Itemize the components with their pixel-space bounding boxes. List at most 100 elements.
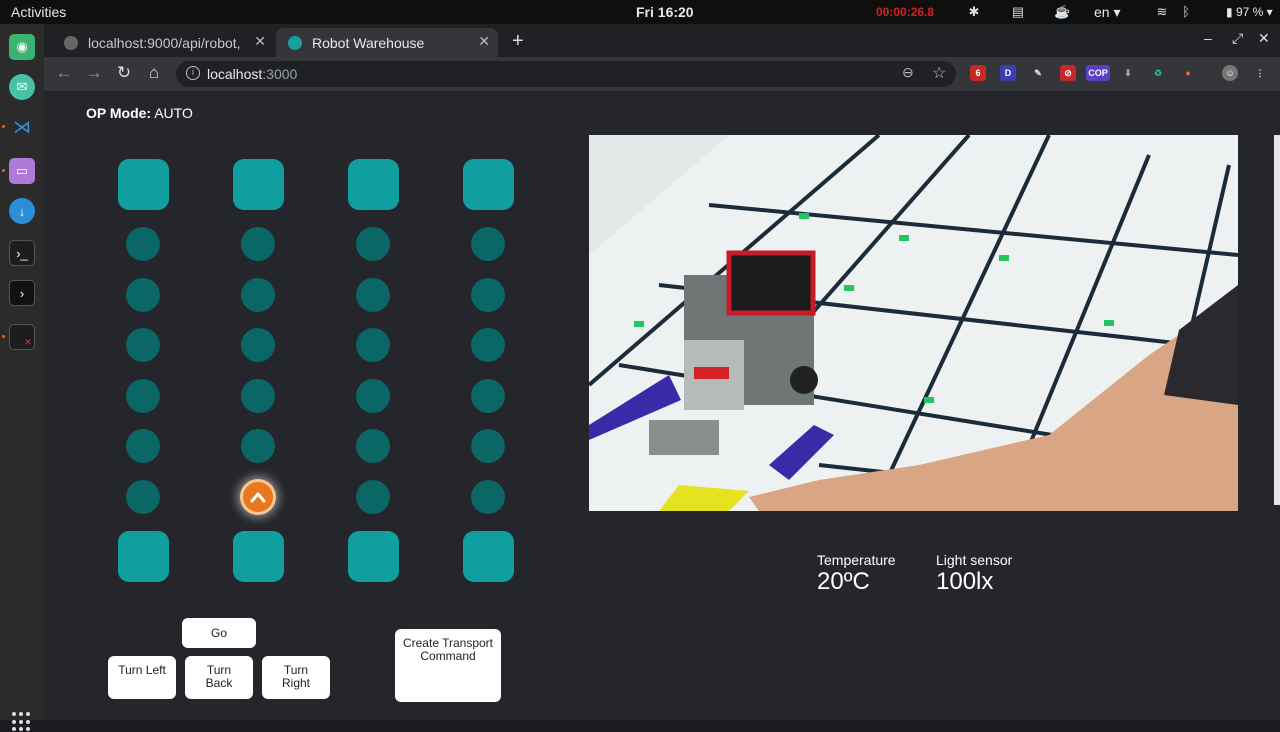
cop-extension-icon[interactable]: COP bbox=[1086, 65, 1110, 81]
grid-node[interactable] bbox=[356, 328, 390, 363]
back-icon[interactable]: ← bbox=[54, 63, 74, 83]
running-indicator bbox=[2, 125, 5, 128]
grid-node[interactable] bbox=[126, 378, 160, 413]
running-indicator bbox=[2, 169, 5, 172]
robot-marker[interactable] bbox=[243, 482, 273, 512]
grid-node[interactable] bbox=[241, 378, 275, 413]
address-bar[interactable]: i localhost:3000 ⊖ ☆ bbox=[176, 61, 956, 87]
bluetooth-icon[interactable]: ᛒ bbox=[1178, 4, 1194, 20]
vscode-dock-icon[interactable]: ⋊ bbox=[9, 114, 35, 140]
grid-node[interactable] bbox=[126, 328, 160, 363]
light-sensor: Light sensor 100lx bbox=[936, 552, 1012, 596]
grid-node[interactable] bbox=[356, 378, 390, 413]
download-extension-icon[interactable]: ⬇ bbox=[1120, 65, 1136, 81]
grid-node[interactable] bbox=[471, 429, 505, 464]
show-applications-icon[interactable] bbox=[12, 712, 32, 732]
light-sensor-value: 100lx bbox=[936, 568, 994, 595]
terminal-dock-icon[interactable]: ›_ bbox=[9, 240, 35, 266]
extension-badge-icon[interactable]: 6 bbox=[970, 65, 986, 81]
language-indicator[interactable]: en ▾ bbox=[1094, 4, 1121, 21]
temperature-value: 20ºC bbox=[817, 568, 870, 595]
fox-extension-icon[interactable]: ● bbox=[1180, 65, 1196, 81]
zoom-icon[interactable]: ⊖ bbox=[902, 64, 914, 81]
grid-node[interactable] bbox=[241, 277, 275, 312]
grid-node[interactable] bbox=[471, 328, 505, 363]
browser-tab-bar: localhost:9000/api/robot, ✕ Robot Wareho… bbox=[44, 24, 1280, 57]
slack-icon[interactable]: ✱ bbox=[966, 4, 982, 20]
station-bottom-4[interactable] bbox=[462, 530, 514, 582]
chevron-up-icon bbox=[250, 492, 266, 503]
grid-node[interactable] bbox=[471, 227, 505, 261]
forward-icon[interactable]: → bbox=[84, 63, 104, 83]
ubuntu-dock: ◉ ✉ ⋊ ▭ ↓ ›_ › ✕ bbox=[0, 24, 44, 732]
home-icon[interactable]: ⌂ bbox=[144, 63, 164, 83]
site-info-icon[interactable]: i bbox=[186, 66, 200, 80]
create-transport-command-button[interactable]: Create Transport Command bbox=[395, 629, 501, 702]
download-dock-icon[interactable]: ↓ bbox=[9, 198, 35, 224]
maximize-button[interactable]: ⤢ bbox=[1232, 30, 1243, 47]
grid-node[interactable] bbox=[356, 277, 390, 312]
pen-extension-icon[interactable]: ✎ bbox=[1030, 65, 1046, 81]
app-error-dock-icon[interactable]: ✕ bbox=[9, 324, 35, 350]
recycle-extension-icon[interactable]: ♻ bbox=[1150, 65, 1166, 81]
station-bottom-3[interactable] bbox=[347, 530, 399, 582]
mail-dock-icon[interactable]: ✉ bbox=[9, 74, 35, 100]
grid-node[interactable] bbox=[126, 429, 160, 464]
grid-node[interactable] bbox=[356, 480, 390, 514]
menu-dots-icon[interactable]: ⋮ bbox=[1252, 65, 1268, 81]
station-top-3[interactable] bbox=[347, 158, 399, 210]
station-bottom-1[interactable] bbox=[117, 530, 169, 582]
activities-button[interactable]: Activities bbox=[11, 4, 66, 20]
recording-timer: 00:00:26.8 bbox=[876, 5, 935, 19]
minimize-button[interactable]: – bbox=[1204, 30, 1212, 46]
reload-icon[interactable]: ↻ bbox=[114, 63, 134, 83]
grid-node[interactable] bbox=[241, 429, 275, 464]
tab-title: localhost:9000/api/robot, bbox=[88, 34, 241, 51]
tab-api-robot[interactable]: localhost:9000/api/robot, ✕ bbox=[52, 28, 274, 57]
station-bottom-2[interactable] bbox=[232, 530, 284, 582]
station-top-4[interactable] bbox=[462, 158, 514, 210]
wifi-icon[interactable]: ≋ bbox=[1154, 4, 1170, 20]
extension-d-icon[interactable]: D bbox=[1000, 65, 1016, 81]
turn-right-button[interactable]: Turn Right bbox=[262, 656, 330, 699]
station-top-1[interactable] bbox=[117, 158, 169, 210]
bookmark-star-icon[interactable]: ☆ bbox=[932, 63, 946, 83]
drive-icon[interactable]: ▤ bbox=[1010, 4, 1026, 20]
chrome-dock-icon[interactable]: ◉ bbox=[9, 34, 35, 60]
tab-robot-warehouse[interactable]: Robot Warehouse ✕ bbox=[276, 28, 498, 57]
op-mode-label: OP Mode: bbox=[86, 105, 152, 121]
url-host: localhost bbox=[207, 66, 263, 82]
camera-feed-image bbox=[589, 135, 1238, 511]
system-clock[interactable]: Fri 16:20 bbox=[636, 4, 694, 20]
grid-node[interactable] bbox=[241, 328, 275, 363]
coffee-icon[interactable]: ☕ bbox=[1054, 4, 1070, 20]
grid-node[interactable] bbox=[471, 480, 505, 514]
grid-node[interactable] bbox=[356, 429, 390, 464]
turn-left-button[interactable]: Turn Left bbox=[108, 656, 176, 699]
battery-indicator[interactable]: ▮ 97 % ▾ bbox=[1226, 5, 1273, 19]
running-indicator bbox=[2, 335, 5, 338]
tab-title: Robot Warehouse bbox=[312, 34, 425, 51]
grid-node[interactable] bbox=[356, 227, 390, 261]
close-tab-icon[interactable]: ✕ bbox=[254, 33, 266, 50]
robot-warehouse-page: OP Mode: AUTO Go Turn Left Turn Back Tur… bbox=[44, 91, 1280, 720]
terminal2-dock-icon[interactable]: › bbox=[9, 280, 35, 306]
grid-node[interactable] bbox=[126, 227, 160, 261]
browser-toolbar: ← → ↻ ⌂ i localhost:3000 ⊖ ☆ 6 D ✎ ⊘ COP… bbox=[44, 57, 1280, 91]
turn-back-button[interactable]: Turn Back bbox=[185, 656, 253, 699]
new-tab-button[interactable]: + bbox=[512, 30, 524, 53]
url-port: :3000 bbox=[262, 66, 298, 82]
grid-node[interactable] bbox=[126, 480, 160, 514]
close-tab-icon[interactable]: ✕ bbox=[478, 33, 490, 50]
go-button[interactable]: Go bbox=[182, 618, 256, 648]
station-top-2[interactable] bbox=[232, 158, 284, 210]
grid-node[interactable] bbox=[241, 227, 275, 261]
url-text[interactable]: localhost:3000 bbox=[207, 66, 297, 82]
grid-node[interactable] bbox=[126, 277, 160, 312]
cors-extension-icon[interactable]: ⊘ bbox=[1060, 65, 1076, 81]
files-dock-icon[interactable]: ▭ bbox=[9, 158, 35, 184]
grid-node[interactable] bbox=[471, 378, 505, 413]
profile-avatar[interactable]: ☺ bbox=[1222, 65, 1238, 81]
grid-node[interactable] bbox=[471, 277, 505, 312]
close-window-button[interactable]: ✕ bbox=[1258, 30, 1270, 47]
